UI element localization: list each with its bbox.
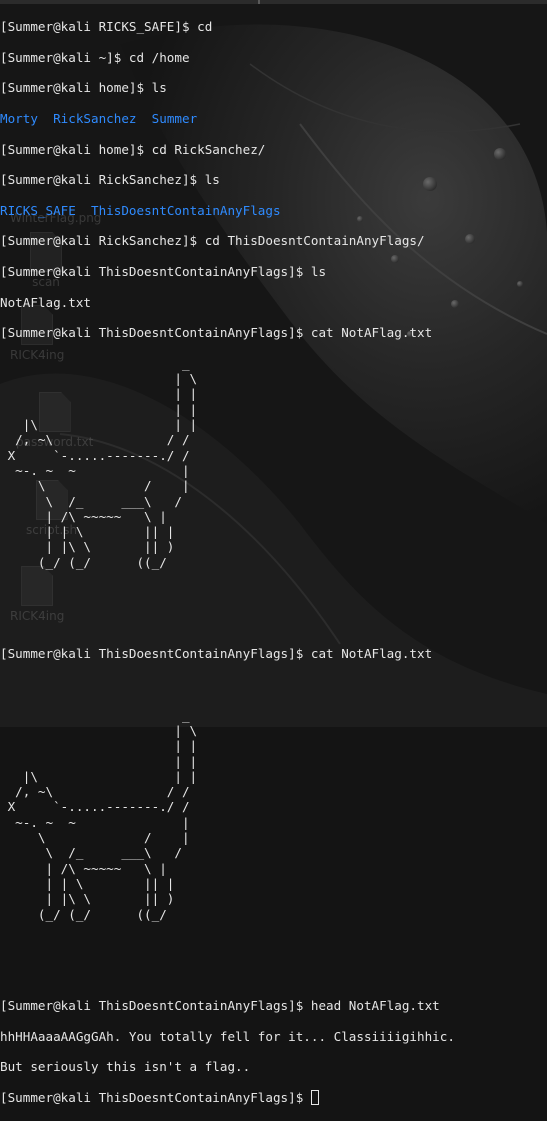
- ascii-art-cat: _ | \ | | | | |\ | | /, ~\ / / X `-.....…: [7, 707, 198, 922]
- terminal-line: [Summer@kali home]$ ls: [0, 80, 167, 96]
- terminal-output[interactable]: [Summer@kali RICKS_SAFE]$ cd [Summer@kal…: [0, 4, 547, 1106]
- terminal-line: [Summer@kali RickSanchez]$ ls: [0, 172, 220, 188]
- directory-name: RICKS_SAFE: [0, 202, 76, 218]
- prompt-text: [Summer@kali ThisDoesntContainAnyFlags]$: [0, 1090, 311, 1106]
- terminal-line: But seriously this isn't a flag..: [0, 1059, 251, 1075]
- terminal-line: [Summer@kali ThisDoesntContainAnyFlags]$…: [0, 264, 327, 280]
- file-listing: NotAFlag.txt: [0, 294, 91, 310]
- terminal-line: [Summer@kali ~]$ cd /home: [0, 49, 190, 65]
- directory-name: RickSanchez: [53, 111, 137, 127]
- directory-name: Summer: [151, 111, 198, 127]
- directory-name: Morty: [0, 111, 38, 127]
- text-cursor: [310, 1090, 319, 1106]
- terminal-line: hhHHAaaaAAGgGAh. You totally fell for it…: [0, 1028, 455, 1044]
- terminal-line: [Summer@kali ThisDoesntContainAnyFlags]$…: [0, 998, 440, 1014]
- ascii-art-cat: _ | \ | | | | |\ | | /, ~\ / / X `-.....…: [7, 355, 198, 570]
- terminal-line: [Summer@kali RICKS_SAFE]$ cd: [0, 19, 213, 35]
- terminal-line: [Summer@kali ThisDoesntContainAnyFlags]$…: [0, 646, 433, 662]
- terminal-line: [Summer@kali ThisDoesntContainAnyFlags]$…: [0, 325, 433, 341]
- ls-output-line: RICKS_SAFE ThisDoesntContainAnyFlags: [0, 203, 547, 218]
- command-prompt[interactable]: [Summer@kali ThisDoesntContainAnyFlags]$: [0, 1090, 547, 1106]
- terminal-line: [Summer@kali RickSanchez]$ cd ThisDoesnt…: [0, 233, 425, 249]
- directory-name: ThisDoesntContainAnyFlags: [91, 202, 281, 218]
- ls-output-line: Morty RickSanchez Summer: [0, 111, 547, 126]
- terminal-line: [Summer@kali home]$ cd RickSanchez/: [0, 141, 266, 157]
